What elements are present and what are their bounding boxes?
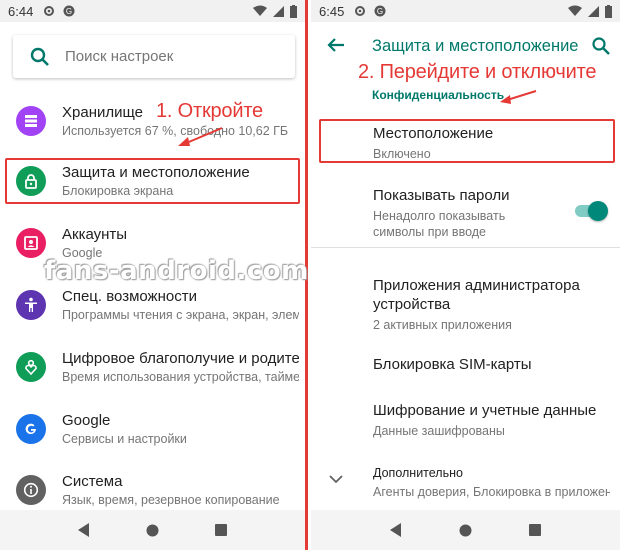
wifi-icon [568,5,582,16]
status-bar: 6:44 G [0,0,305,22]
nav-bar [311,510,620,550]
item-subtitle: Ненадолго показывать символы при вводе [373,209,506,239]
wifi-icon [253,5,267,16]
annotation-step-2: 2. Перейдите и отключите [355,61,600,84]
item-subtitle: 2 активных приложения [373,318,512,332]
item-title: Цифровое благополучие и родительский кон… [62,350,299,367]
gear-icon [355,6,366,16]
arrow-icon [500,90,537,104]
right-screen: 6:45 G Защита и местоположение Конфиденц… [311,0,620,550]
search-placeholder: Поиск настроек [65,48,174,65]
watermark: fans-android.com [44,256,309,286]
status-bar: 6:45 G [311,0,620,22]
gear-icon [44,6,55,16]
toggle-thumb [588,201,608,221]
arrow-icon [178,127,223,146]
settings-item-wellbeing[interactable]: Цифровое благополучие и родительский кон… [0,338,305,396]
page-title: Защита и местоположение [372,37,579,55]
back-icon[interactable] [389,523,402,537]
recents-icon[interactable] [529,524,542,536]
notification-icon: G [63,5,75,17]
search-icon [30,47,49,66]
signal-icon [273,5,284,17]
battery-icon [605,4,612,18]
item-title: Аккаунты [62,226,128,243]
accessibility-icon [16,290,46,320]
battery-icon [290,4,297,18]
back-icon[interactable] [78,523,90,537]
item-subtitle: Сервисы и настройки [62,432,187,446]
search-input[interactable]: Поиск настроек [13,35,295,78]
item-subtitle: Язык, время, резервное копирование [62,493,280,507]
highlight-location [319,119,615,163]
divider [311,247,620,248]
highlight-security [5,158,300,204]
setting-show-passwords[interactable]: Показывать пароли Ненадолго показывать с… [373,186,548,240]
home-icon[interactable] [459,524,472,537]
annotation-step-1: 1. Откройте [153,100,266,123]
item-title: Дополнительно [373,466,463,480]
notification-icon: G [374,5,386,17]
signal-icon [588,5,599,17]
item-title: Показывать пароли [373,187,510,204]
google-icon [16,414,46,444]
item-title: Спец. возможности [62,288,197,305]
info-icon [16,475,46,505]
svg-text:G: G [66,7,72,16]
account-icon [16,228,46,258]
status-time: 6:45 [319,3,345,19]
item-title: Система [62,473,123,490]
settings-item-google[interactable]: Google Сервисы и настройки [0,400,305,458]
storage-icon [16,106,46,136]
setting-sim-lock[interactable]: Блокировка SIM-карты [373,355,610,374]
back-arrow-icon[interactable] [327,37,345,53]
setting-encryption[interactable]: Шифрование и учетные данные Данные зашиф… [373,401,610,439]
item-title: Приложения администратора устройства [373,277,580,313]
chevron-down-icon[interactable] [329,474,343,484]
item-subtitle: Программы чтения с экрана, экран, элемен… [62,308,299,322]
item-subtitle: Время использования устройства, таймеры [62,370,299,384]
section-header: Конфиденциальность [372,88,505,102]
svg-text:G: G [377,7,383,16]
setting-advanced[interactable]: Дополнительно Агенты доверия, Блокировка… [373,464,610,500]
item-subtitle: Данные зашифрованы [373,424,505,438]
item-title: Шифрование и учетные данные [373,402,597,419]
search-icon[interactable] [591,36,611,56]
nav-bar [0,510,305,550]
item-subtitle: Агенты доверия, Блокировка в приложении [373,485,610,499]
item-title: Google [62,412,111,429]
home-icon[interactable] [146,524,159,537]
item-title: Блокировка SIM-карты [373,356,532,373]
setting-device-admin-apps[interactable]: Приложения администратора устройства 2 а… [373,276,610,333]
recents-icon[interactable] [215,524,227,536]
status-time: 6:44 [8,3,34,19]
wellbeing-icon [16,352,46,382]
